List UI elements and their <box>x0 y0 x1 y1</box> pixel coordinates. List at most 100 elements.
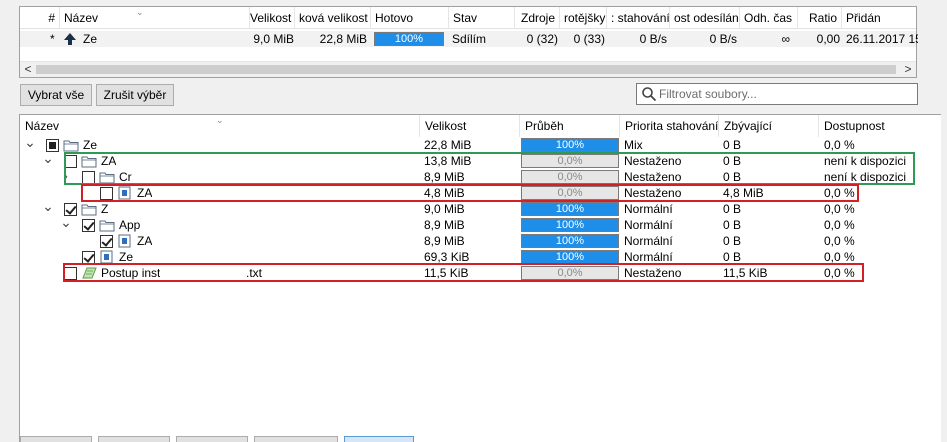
file-remaining: 0 B <box>723 250 742 264</box>
file-priority[interactable]: Normální <box>624 217 718 233</box>
torrent-status: Sdílím <box>452 32 487 46</box>
file-row[interactable]: Postup inst .txt 11,5 KiB 0,0% Nestaženo 11… <box>20 265 941 281</box>
torrent-peers: 0 (33) <box>573 32 605 46</box>
col-ratio[interactable]: Ratio <box>798 7 842 29</box>
col-seeds[interactable]: Zdroje <box>515 7 560 29</box>
file-size: 8,9 MiB <box>424 170 465 184</box>
redacted-area <box>140 169 240 185</box>
scroll-right-icon[interactable]: > <box>900 62 916 78</box>
bottom-button[interactable] <box>98 436 170 442</box>
col-name[interactable]: Název <box>60 7 250 29</box>
file-checkbox[interactable] <box>64 155 77 168</box>
select-all-button[interactable]: Vybrat vše <box>20 84 92 106</box>
torrent-row[interactable]: * Ze 9,0 MiB 22,8 MiB 100% Sdílím 0 (32)… <box>20 31 918 47</box>
file-availability: 0,0 % <box>824 266 855 280</box>
col-file-size[interactable]: Velikost <box>420 115 520 137</box>
torrent-list-header: # Název Velikost ková velikost Hotovo St… <box>20 7 916 29</box>
file-checkbox[interactable] <box>100 187 113 200</box>
file-row[interactable]: ZA 4,8 MiB 0,0% Nestaženo 4,8 MiB 0,0 % <box>20 185 941 201</box>
file-priority[interactable]: Normální <box>624 201 718 217</box>
file-row[interactable]: › Cr 8,9 MiB 0,0% Nestaženo 0 B není k dispo… <box>20 169 941 185</box>
scroll-left-icon[interactable]: < <box>20 62 36 78</box>
bottom-button[interactable] <box>254 436 338 442</box>
torrent-list[interactable]: # Název Velikost ková velikost Hotovo St… <box>19 6 918 78</box>
file-tree-header: Název Velikost Průběh Priorita stahování… <box>20 115 941 137</box>
expand-chevron-down-icon[interactable]: ⌄ <box>42 198 54 214</box>
file-progress-bar: 0,0% <box>521 266 619 280</box>
folder-icon <box>99 170 115 184</box>
expand-chevron-down-icon[interactable]: ⌄ <box>24 134 36 150</box>
col-dl-speed[interactable]: : stahování <box>607 7 670 29</box>
bottom-button[interactable] <box>20 436 92 442</box>
file-checkbox[interactable] <box>82 251 95 264</box>
expand-chevron-down-icon[interactable]: ⌄ <box>42 150 54 166</box>
file-priority[interactable]: Nestaženo <box>624 153 718 169</box>
redacted-area <box>140 249 240 265</box>
file-row[interactable]: ⌄ Z 9,0 MiB 100% Normální 0 B 0,0 % <box>20 198 941 217</box>
scrollbar-thumb[interactable] <box>36 65 896 74</box>
bottom-button-default[interactable] <box>344 436 414 442</box>
file-checkbox[interactable] <box>64 267 77 280</box>
redacted-area <box>158 185 278 201</box>
file-availability: není k dispozici <box>824 154 907 168</box>
file-size: 11,5 KiB <box>424 266 469 280</box>
file-row[interactable]: ⌄ ZA 13,8 MiB 0,0% Nestaženo 0 B není k disp… <box>20 150 941 169</box>
file-priority[interactable]: Normální <box>624 233 718 249</box>
col-status[interactable]: Stav <box>449 7 515 29</box>
deselect-button[interactable]: Zrušit výběr <box>96 84 174 106</box>
folder-icon <box>63 138 79 152</box>
file-priority[interactable]: Nestaženo <box>624 185 718 201</box>
expand-chevron-down-icon[interactable]: ⌄ <box>60 214 72 230</box>
col-file-remaining[interactable]: Zbývající <box>719 115 819 137</box>
file-checkbox[interactable] <box>82 171 95 184</box>
file-name: ZA <box>137 186 153 200</box>
col-added[interactable]: Přidán <box>842 7 918 29</box>
file-size: 4,8 MiB <box>424 186 465 200</box>
bottom-button[interactable] <box>176 436 248 442</box>
file-availability: 0,0 % <box>824 202 855 216</box>
col-file-progress[interactable]: Průběh <box>520 115 620 137</box>
file-row[interactable]: ZA 8,9 MiB 100% Normální 0 B 0,0 % <box>20 233 941 249</box>
file-row[interactable]: ⌄ App 8,9 MiB 100% Normální 0 B 0,0 % <box>20 214 941 233</box>
search-icon <box>642 87 657 102</box>
file-checkbox[interactable] <box>82 219 95 232</box>
redacted-area <box>104 137 224 153</box>
torrent-size: 9,0 MiB <box>253 32 294 46</box>
file-remaining: 0 B <box>723 154 742 168</box>
file-remaining: 0 B <box>723 234 742 248</box>
filter-files-input[interactable] <box>659 86 914 102</box>
horizontal-scrollbar[interactable]: < > <box>20 61 916 77</box>
file-checkbox[interactable] <box>100 235 113 248</box>
torrent-total-size: 22,8 MiB <box>319 32 367 46</box>
file-progress-text: 0,0% <box>557 171 583 183</box>
file-priority[interactable]: Nestaženo <box>624 169 718 185</box>
file-priority[interactable]: Mix <box>624 137 718 153</box>
col-size[interactable]: Velikost <box>250 7 295 29</box>
col-file-availability[interactable]: Dostupnost <box>819 115 942 137</box>
file-progress-text: 100% <box>555 219 585 231</box>
file-row[interactable]: Ze 69,3 KiB 100% Normální 0 B 0,0 % <box>20 249 941 265</box>
col-peers[interactable]: rotějšky <box>560 7 607 29</box>
col-ul-speed[interactable]: ost odesílání <box>670 7 740 29</box>
col-eta[interactable]: Odh. čas <box>740 7 798 29</box>
redacted-area <box>122 201 232 217</box>
torrent-ul-speed: 0 B/s <box>709 32 737 46</box>
filter-files-field[interactable] <box>636 83 918 105</box>
file-progress-text: 0,0% <box>557 267 583 279</box>
col-queue[interactable]: # <box>20 7 60 29</box>
col-file-priority[interactable]: Priorita stahování <box>620 115 719 137</box>
file-tree[interactable]: Název Velikost Průběh Priorita stahování… <box>19 114 941 442</box>
file-priority[interactable]: Nestaženo <box>624 265 718 281</box>
file-priority[interactable]: Normální <box>624 249 718 265</box>
col-total-size[interactable]: ková velikost <box>295 7 371 29</box>
file-remaining: 0 B <box>723 202 742 216</box>
file-icon <box>99 250 115 264</box>
file-availability: 0,0 % <box>824 218 855 232</box>
file-availability: 0,0 % <box>824 250 855 264</box>
expand-chevron-right-icon[interactable]: › <box>60 169 72 185</box>
file-name: Ze <box>119 250 134 264</box>
file-remaining: 4,8 MiB <box>723 186 764 200</box>
col-done[interactable]: Hotovo <box>371 7 449 29</box>
file-size: 8,9 MiB <box>424 218 465 232</box>
file-row[interactable]: ⌄ Ze 22,8 MiB 100% Mix 0 B 0,0 % <box>20 134 941 153</box>
